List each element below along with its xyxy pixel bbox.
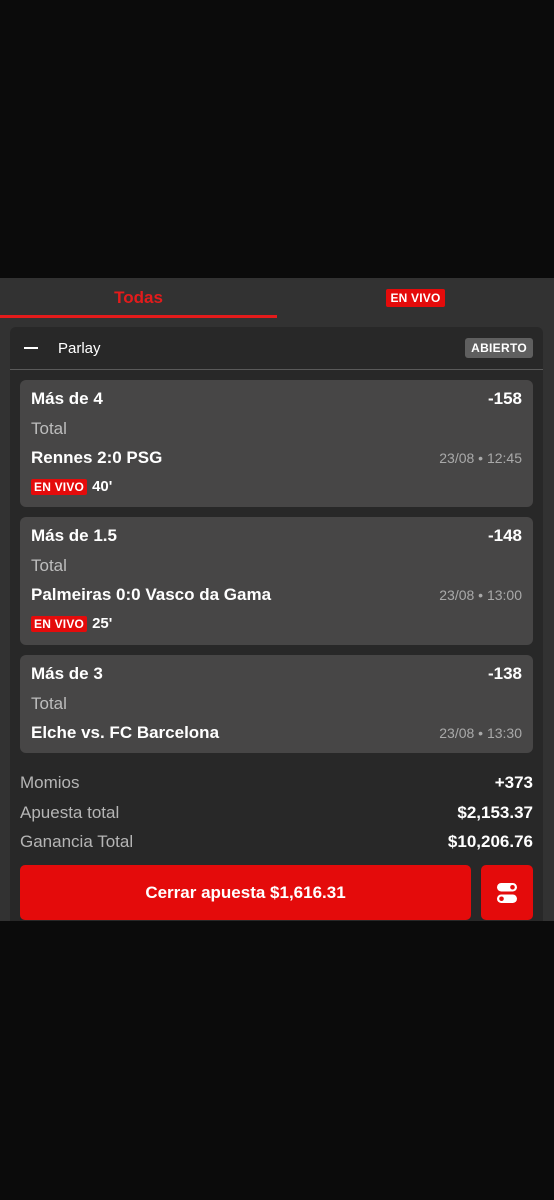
leg-bet-type: Total: [31, 694, 67, 713]
stake-label: Apuesta total: [20, 803, 120, 822]
bet-type-title: Parlay: [58, 339, 101, 357]
status-badge: ABIERTO: [465, 338, 533, 358]
payout-label: Ganancia Total: [20, 832, 134, 851]
leg-market: Más de 4: [31, 389, 103, 408]
leg-odds: -148: [487, 526, 522, 545]
leg-datetime: 23/08 • 13:30: [439, 725, 522, 741]
leg-match: Rennes 2:0 PSG: [31, 448, 163, 467]
toggle-options-button[interactable]: [481, 865, 533, 920]
summary-stake-row: Apuesta total $2,153.37: [20, 803, 533, 823]
tab-all[interactable]: Todas: [0, 278, 277, 318]
bet-panel: Todas EN VIVO Parlay ABIERTO Más de 4 -1…: [0, 278, 554, 921]
payout-value: $10,206.76: [447, 832, 533, 851]
odds-value: +373: [494, 773, 533, 792]
leg-bet-type: Total: [31, 419, 67, 438]
leg-match: Palmeiras 0:0 Vasco da Gama: [31, 585, 272, 604]
tab-live-badge: EN VIVO: [386, 289, 445, 307]
parlay-leg[interactable]: Más de 4 -158 Total Rennes 2:0 PSG 23/08…: [20, 380, 533, 507]
leg-odds: -138: [487, 664, 522, 683]
odds-label: Momios: [20, 773, 80, 792]
live-badge: EN VIVO: [31, 478, 88, 495]
leg-market: Más de 3: [31, 664, 103, 683]
leg-live-status: EN VIVO 25': [31, 615, 112, 632]
toggle-switch-icon: [497, 882, 517, 903]
parlay-header[interactable]: Parlay ABIERTO: [10, 327, 543, 370]
live-badge: EN VIVO: [31, 615, 88, 632]
leg-odds: -158: [487, 389, 522, 408]
stake-value: $2,153.37: [457, 803, 533, 822]
tab-all-label: Todas: [114, 288, 163, 307]
cashout-button[interactable]: Cerrar apuesta $1,616.31: [20, 865, 471, 920]
leg-bet-type: Total: [31, 556, 67, 575]
match-minute: 25': [92, 615, 113, 632]
match-minute: 40': [92, 478, 113, 495]
parlay-leg[interactable]: Más de 3 -138 Total Elche vs. FC Barcelo…: [20, 655, 533, 753]
leg-datetime: 23/08 • 13:00: [439, 587, 522, 603]
collapse-minus-icon[interactable]: [24, 347, 38, 349]
leg-datetime: 23/08 • 12:45: [439, 450, 522, 466]
parlay-bet-card: Parlay ABIERTO Más de 4 -158 Total Renne…: [10, 327, 543, 921]
summary-odds-row: Momios +373: [20, 773, 533, 793]
parlay-leg[interactable]: Más de 1.5 -148 Total Palmeiras 0:0 Vasc…: [20, 517, 533, 645]
leg-live-status: EN VIVO 40': [31, 478, 112, 495]
leg-match: Elche vs. FC Barcelona: [31, 723, 220, 742]
leg-market: Más de 1.5: [31, 526, 117, 545]
summary-payout-row: Ganancia Total $10,206.76: [20, 832, 533, 852]
tab-live[interactable]: EN VIVO: [277, 278, 554, 318]
bet-filter-tabs: Todas EN VIVO: [0, 278, 554, 318]
